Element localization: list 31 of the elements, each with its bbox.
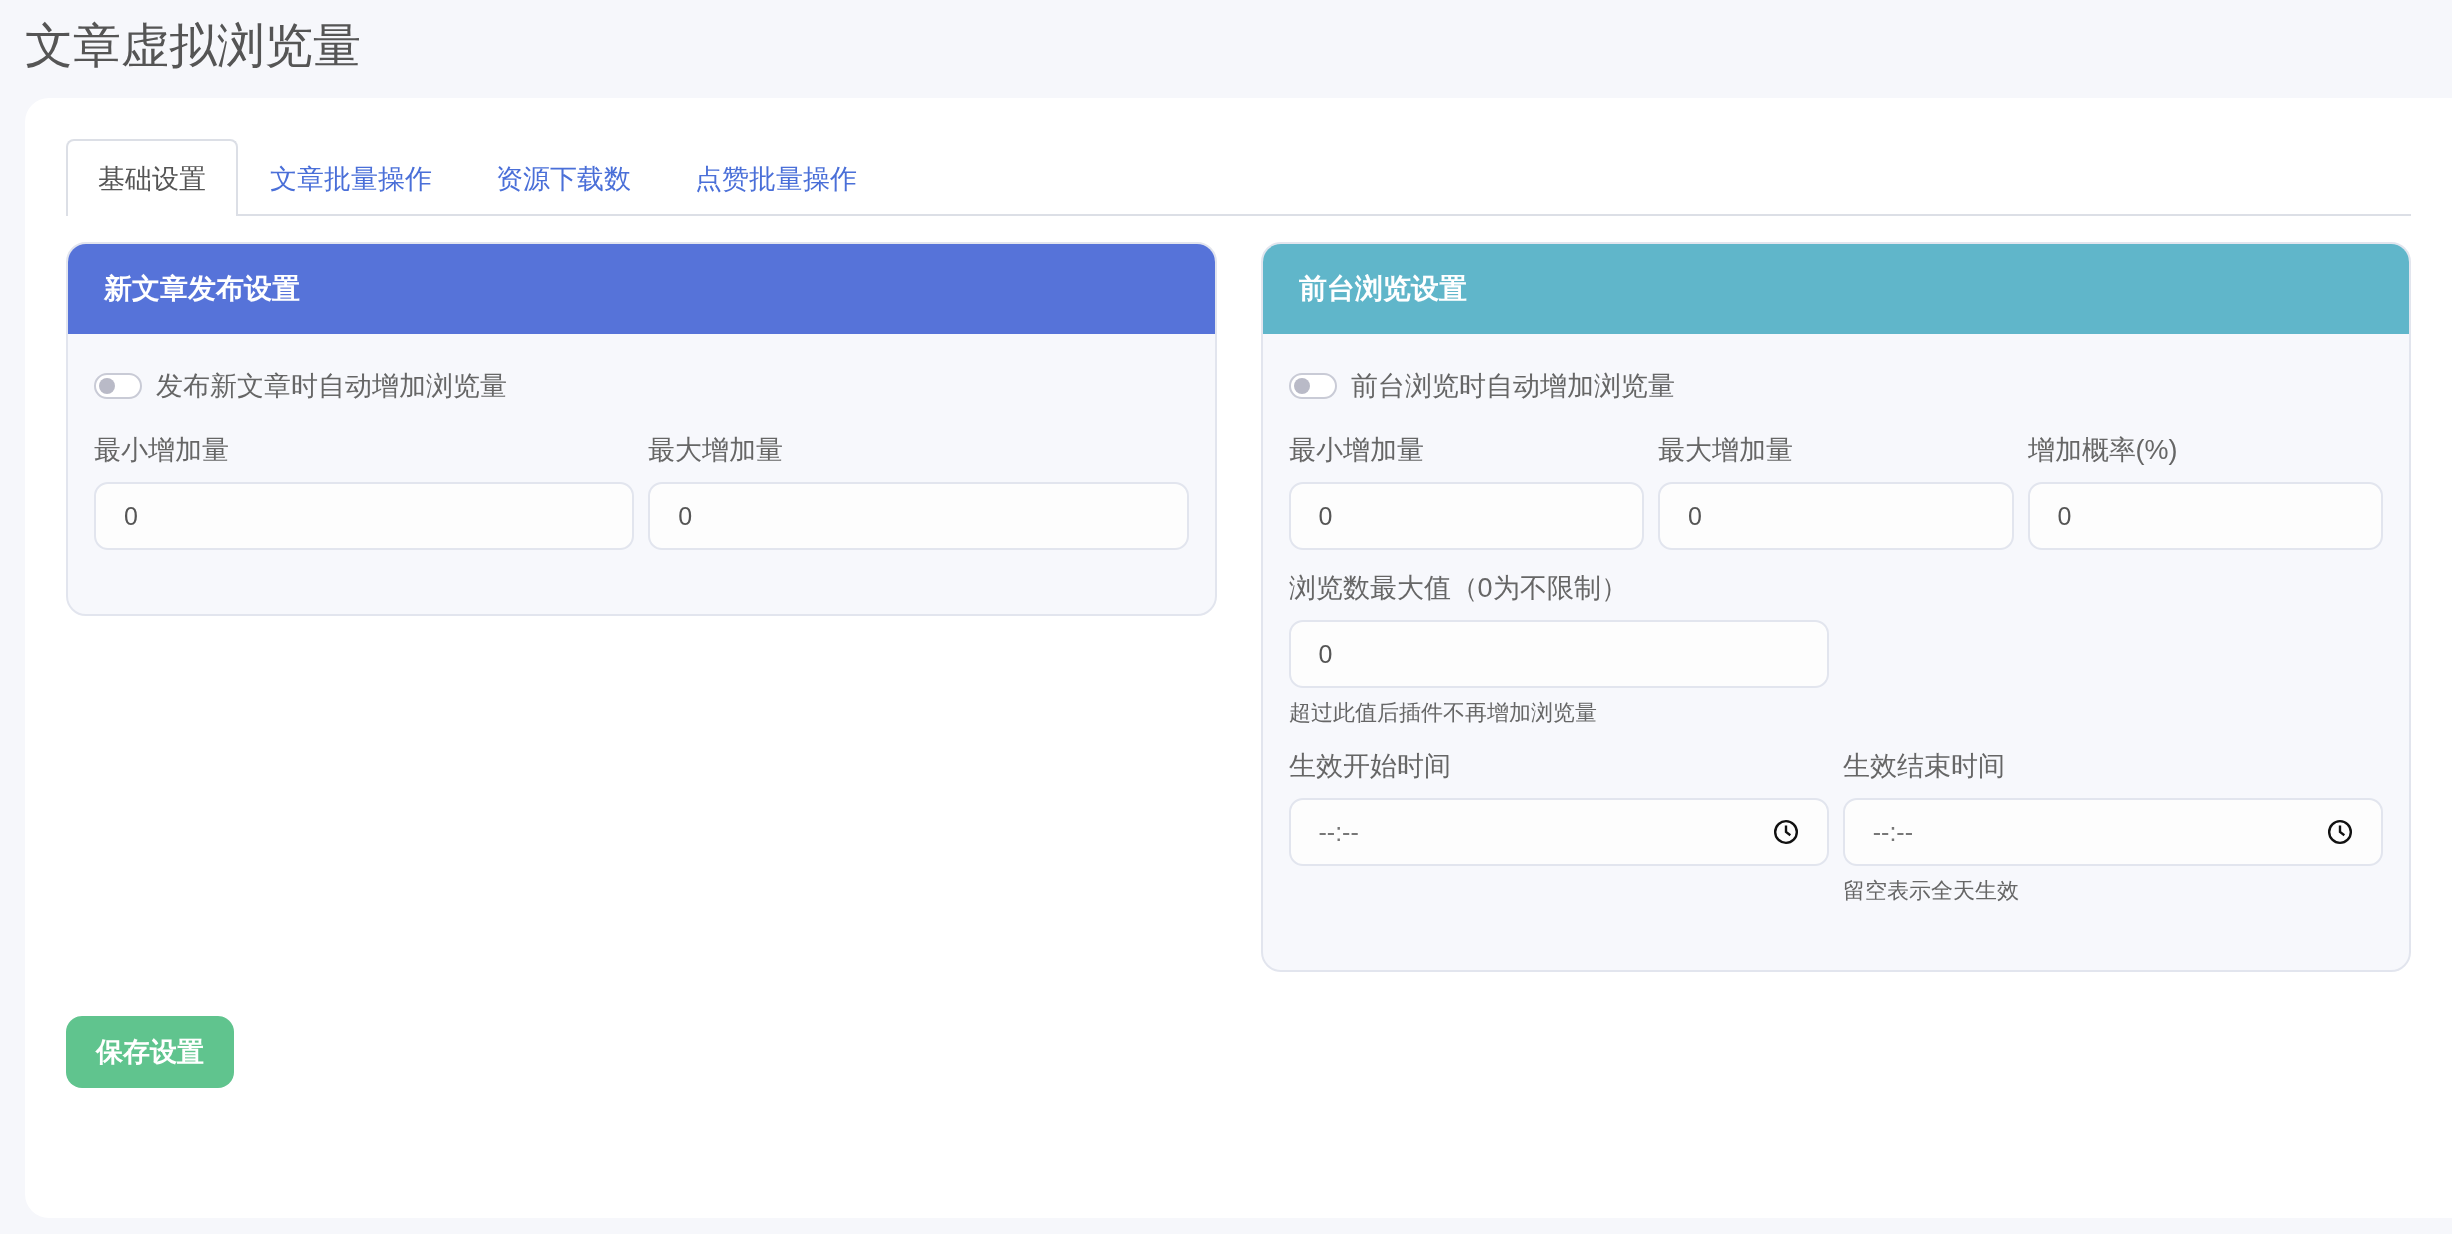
field-label: 浏览数最大值（0为不限制） [1288,572,1629,605]
number-field[interactable]: 0 [1288,620,1829,688]
field-label: 生效开始时间 [1288,750,1452,783]
clock-icon [1772,819,1799,845]
field-label: 增加概率(%) [2027,434,2179,467]
tab[interactable]: 点赞批量操作 [663,139,889,216]
time-field[interactable]: --:-- [1842,798,2383,866]
tab[interactable]: 文章批量操作 [238,139,464,216]
field-label: 最小增加量 [94,434,230,467]
field-label: 生效结束时间 [1842,750,2006,783]
tab[interactable]: 基础设置 [66,139,238,216]
page-title: 文章虚拟浏览量 [24,18,362,74]
hint-text: 留空表示全天生效 [1842,877,2020,905]
number-field[interactable]: 0 [1658,482,2014,550]
toggle-switch[interactable] [1288,373,1337,399]
number-field[interactable]: 0 [1288,482,1644,550]
time-field[interactable]: --:-- [1288,798,1829,866]
hint-text: 超过此值后插件不再增加浏览量 [1288,699,1598,727]
number-field[interactable]: 0 [648,482,1189,550]
tab[interactable]: 资源下载数 [464,139,663,216]
clock-icon [2327,819,2353,845]
toggle-label: 发布新文章时自动增加浏览量 [156,370,507,403]
number-field[interactable]: 0 [94,482,635,550]
field-label: 最大增加量 [1658,434,1794,467]
field-label: 最大增加量 [648,434,785,467]
toggle-switch[interactable] [94,373,142,399]
field-label: 最小增加量 [1288,434,1425,467]
panel-header: 前台浏览设置 [1262,244,2409,334]
panel-header: 新文章发布设置 [68,244,1215,334]
toggle-label: 前台浏览时自动增加浏览量 [1350,370,1675,403]
number-field[interactable]: 0 [2027,482,2383,550]
